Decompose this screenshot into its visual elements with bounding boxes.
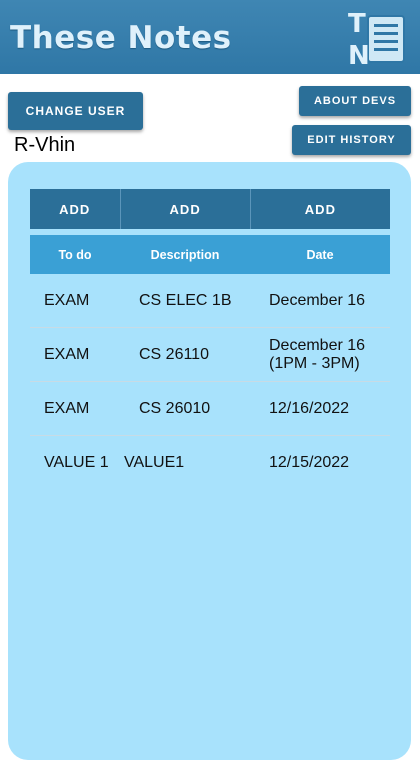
cell-date: December 16 [269, 291, 366, 309]
cell-description: CS 26110 [139, 345, 209, 363]
logo-letter-t: T [348, 9, 366, 39]
cell-description: CS 26010 [139, 399, 211, 417]
app-header: These Notes T N [0, 0, 420, 74]
app-logo-icon: T N [348, 9, 405, 68]
about-devs-button[interactable]: ABOUT DEVS [299, 86, 411, 116]
table-row[interactable]: EXAM CS ELEC 1B December 16 [30, 274, 390, 328]
notes-table-body: EXAM CS ELEC 1B December 16 EXAM CS 2611… [30, 274, 390, 489]
header-todo: To do [58, 247, 92, 262]
edit-history-button[interactable]: EDIT HISTORY [292, 125, 411, 155]
add-todo-button[interactable]: ADD [30, 189, 121, 229]
change-user-button[interactable]: CHANGE USER [8, 92, 143, 130]
current-user-name: R-Vhin [14, 134, 76, 156]
cell-todo: EXAM [44, 399, 90, 417]
table-row[interactable]: EXAM CS 26010 12/16/2022 [30, 382, 390, 436]
logo-letter-n: N [348, 41, 370, 68]
add-buttons-row: ADD ADD ADD [30, 189, 390, 229]
cell-todo: VALUE 1 [44, 453, 109, 471]
add-date-button[interactable]: ADD [250, 189, 390, 229]
table-header: To do Description Date [30, 235, 390, 274]
cell-date: 12/15/2022 [269, 453, 350, 471]
table-row[interactable]: EXAM CS 26110 December 16 (1PM - 3PM) [30, 328, 390, 382]
cell-todo: EXAM [44, 291, 90, 309]
header-date: Date [306, 247, 334, 262]
cell-todo: EXAM [44, 345, 90, 363]
cell-date: December 16 (1PM - 3PM) [269, 336, 366, 372]
header-description: Description [150, 247, 220, 262]
table-row[interactable]: VALUE 1 VALUE1 12/15/2022 [30, 436, 390, 489]
app-title: These Notes [10, 20, 232, 56]
cell-description: VALUE1 [124, 453, 185, 471]
add-description-button[interactable]: ADD [120, 189, 251, 229]
cell-description: CS ELEC 1B [139, 291, 232, 309]
cell-date: 12/16/2022 [269, 399, 350, 417]
